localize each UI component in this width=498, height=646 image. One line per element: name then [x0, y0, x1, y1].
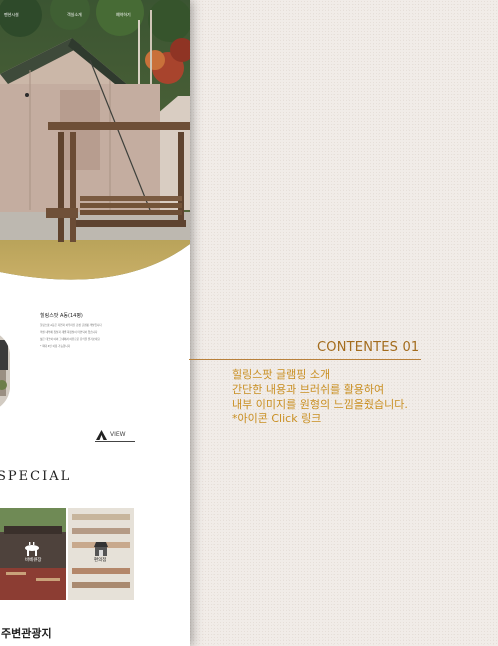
annotation-title: CONTENTES 01 [317, 340, 420, 355]
store-icon [94, 542, 108, 556]
room-interior-image [0, 330, 10, 412]
room-desc-line: 넓은 데크와 야외 그네에서 여유로운 휴식을 즐겨보세요 [40, 338, 100, 341]
annotation-line: 간단한 내용과 브러쉬를 활용하여 [232, 383, 385, 396]
view-button[interactable]: VIEW [95, 427, 135, 443]
tent-icon [96, 430, 107, 440]
nav-item-reservation[interactable]: 예약하기 [116, 12, 131, 18]
bbq-grill-icon [25, 542, 39, 556]
hero-image [0, 0, 190, 280]
special-heading: SPECIAL [0, 469, 72, 484]
annotation-line: 힐링스팟 글램핑 소개 [232, 368, 331, 381]
room-title: 힐링스팟 A동(14평) [40, 313, 83, 319]
bbq-label: 바베큐장 [25, 558, 42, 563]
view-label: VIEW [110, 431, 126, 438]
annotation-divider [189, 359, 421, 360]
room-desc-line: 힐링스팟 A동은 자연과 어우러진 감성 글램핑 객실입니다 [40, 324, 102, 327]
room-desc-line: * 최대 4인 이용 가능합니다 [40, 345, 71, 348]
nav-item-rooms[interactable]: 객실소개 [67, 12, 82, 18]
website-mockup: 펜션시설 객실소개 예약하기 힐링스팟 A동(14평) 힐링스팟 A동은 자연과… [0, 0, 190, 646]
room-desc-line: 객실 내부에 침실과 개별 화장실이 마련되어 있습니다 [40, 331, 98, 334]
store-tile[interactable]: 편의점 [68, 508, 134, 600]
view-underline [95, 441, 135, 442]
nearby-attractions-heading: 주변관광지 [1, 627, 52, 640]
nav-item-facilities[interactable]: 펜션시설 [4, 12, 19, 18]
store-label: 편의점 [94, 558, 107, 563]
annotation-line: *아이콘 Click 링크 [232, 412, 322, 425]
top-navigation: 펜션시설 객실소개 예약하기 [0, 8, 190, 24]
bbq-tile[interactable]: 바베큐장 [0, 508, 66, 600]
